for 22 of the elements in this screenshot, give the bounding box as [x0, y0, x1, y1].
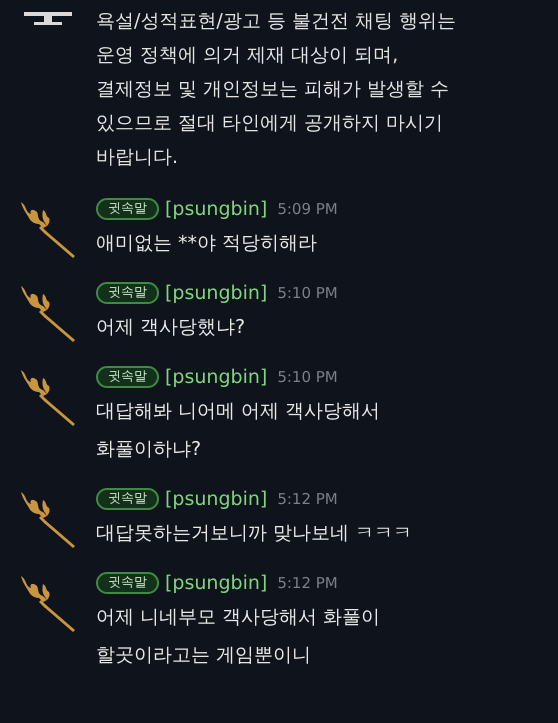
- message-text: 어제 니네부모 객사당해서 화풀이 할곳이라고는 게임뿐이니: [96, 605, 380, 668]
- whisper-badge: 귓속말: [96, 198, 159, 220]
- message-time: 5:12 PM: [277, 488, 338, 510]
- sender-name[interactable]: [psungbin]: [165, 278, 268, 308]
- notice-icon: [24, 10, 72, 26]
- whisper-badge: 귓속말: [96, 572, 159, 594]
- message-text: 대답해봐 니어메 어제 객사당해서 화풀이하냐?: [96, 399, 380, 462]
- message-text: 어제 객사당했냐?: [96, 315, 246, 340]
- message-text: 대답못하는거보니까 맞나보네 ㅋㅋㅋ: [96, 521, 412, 546]
- sender-name[interactable]: [psungbin]: [165, 194, 268, 224]
- sender-name[interactable]: [psungbin]: [165, 568, 268, 598]
- message-text: 애미없는 **야 적당히해라: [96, 231, 318, 256]
- message-time: 5:09 PM: [277, 198, 338, 220]
- notice-text: 욕설/성적표현/광고 등 불건전 채팅 행위는 운영 정책에 의거 제재 대상이 되며, 결제정보 및 개인정보는 피해가 발생할 수 있으므로 절대 타인에게 공개하지 마시기 바랍니다.: [96, 9, 456, 170]
- message-time: 5:10 PM: [277, 366, 338, 388]
- message-time: 5:12 PM: [277, 572, 338, 594]
- sender-name[interactable]: [psungbin]: [165, 362, 268, 392]
- message-time: 5:10 PM: [277, 282, 338, 304]
- sender-name[interactable]: [psungbin]: [165, 484, 268, 514]
- whisper-badge: 귓속말: [96, 366, 159, 388]
- whisper-badge: 귓속말: [96, 282, 159, 304]
- whisper-badge: 귓속말: [96, 488, 159, 510]
